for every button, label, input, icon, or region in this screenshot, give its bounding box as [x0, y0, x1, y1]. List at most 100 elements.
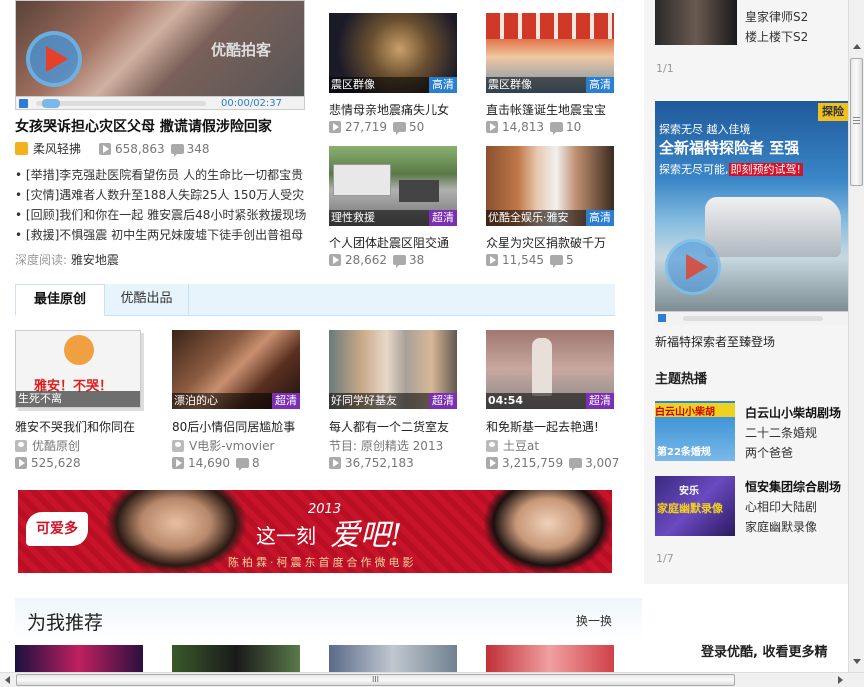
- recommend-header: 为我推荐 换一换: [15, 598, 642, 640]
- ad-progress-track[interactable]: [683, 316, 823, 321]
- sidebar-ad[interactable]: 探险 探索无尽 越入佳境 全新福特探险者 至强 探索无尽可能, 即刻预约试驾!: [655, 101, 848, 325]
- progress-track[interactable]: [36, 99, 206, 108]
- video-thumb[interactable]: 漂泊的心 超清: [172, 330, 300, 409]
- progress-handle[interactable]: [42, 99, 60, 108]
- ad-banner[interactable]: 可爱多 这一刻 2013 爱吧! 陈柏霖·柯震东首度合作微电影: [18, 490, 612, 573]
- theme-title[interactable]: 白云山小柴胡剧场: [745, 404, 841, 421]
- refresh-link[interactable]: 换一换: [576, 612, 612, 629]
- source-name[interactable]: 优酷原创: [32, 437, 80, 454]
- video-meta: 11,545 5: [486, 253, 574, 268]
- main-video-player[interactable]: 优酷拍客 00:00/02:37: [15, 0, 305, 110]
- big-play-icon[interactable]: [26, 31, 82, 87]
- video-title[interactable]: 个人团体赴震区阻交通: [329, 234, 449, 251]
- video-thumb[interactable]: 好同学好基友 超清: [329, 330, 457, 409]
- video-title[interactable]: 悲情母亲地震痛失儿女: [329, 101, 449, 118]
- theme-item[interactable]: 家庭幽默录像: [745, 518, 817, 535]
- news-text: 李克强赴医院看望伤员 人的生命比一切都宝贵: [59, 168, 304, 182]
- theme-page-indicator: 1/7: [656, 552, 674, 565]
- comment-count: 348: [186, 141, 210, 156]
- scroll-right-arrow-icon[interactable]: [838, 676, 843, 684]
- video-source: V电影-vmovier: [172, 437, 274, 454]
- sidebar-item[interactable]: 皇家律师S2: [745, 8, 808, 25]
- hd-badge: 超清: [586, 393, 614, 409]
- uploader-name[interactable]: 柔风轻拂: [33, 140, 81, 157]
- hd-badge: 高清: [586, 77, 614, 93]
- sidebar-thumb[interactable]: [655, 0, 737, 45]
- user-icon: [172, 439, 184, 452]
- source-name[interactable]: 节目: 原创精选 2013: [329, 437, 443, 454]
- sidebar-item[interactable]: 楼上楼下S2: [745, 28, 808, 45]
- video-thumb[interactable]: 震区群像 高清: [329, 13, 457, 93]
- user-icon: [15, 439, 27, 452]
- source-name[interactable]: V电影-vmovier: [189, 437, 274, 454]
- login-prompt[interactable]: 登录优酷, 收看更多精: [701, 641, 827, 660]
- hd-badge: 超清: [429, 393, 457, 409]
- scroll-up-arrow-icon[interactable]: [853, 44, 861, 49]
- video-thumb[interactable]: [15, 645, 143, 672]
- theme-item[interactable]: 两个爸爸: [745, 444, 793, 461]
- scroll-thumb[interactable]: [850, 58, 863, 186]
- video-thumb[interactable]: 理性救援 超清: [329, 146, 457, 226]
- news-item[interactable]: • [救援]不惧强震 初中生两兄妹废墟下徒手创出普祖母: [15, 226, 303, 243]
- play-count-icon: [486, 457, 498, 469]
- main-video-title[interactable]: 女孩哭诉担心灾区父母 撒谎请假涉险回家: [15, 116, 272, 136]
- video-title[interactable]: 每人都有一个二货室友: [329, 418, 449, 435]
- play-count: 3,215,759: [502, 456, 564, 470]
- play-count: 11,545: [502, 253, 544, 267]
- cartoon-figure: [64, 335, 94, 365]
- horizontal-scrollbar[interactable]: III: [0, 672, 864, 687]
- h-scroll-thumb[interactable]: III: [16, 674, 735, 686]
- video-title[interactable]: 直击帐篷诞生地震宝宝: [486, 101, 606, 118]
- theme-thumb[interactable]: 白云山小柴胡 第22条婚规: [655, 401, 735, 461]
- video-title[interactable]: 80后小情侣同居尴尬事: [172, 418, 295, 435]
- theme-title[interactable]: 恒安集团综合剧场: [745, 478, 841, 495]
- source-name[interactable]: 土豆at: [503, 437, 539, 454]
- banner-slogan: 这一刻: [256, 524, 316, 548]
- ad-caption[interactable]: 新福特探索者至臻登场: [655, 333, 775, 350]
- ad-subline: 探索无尽可能, 即刻预约试驾!: [659, 163, 803, 176]
- video-thumb[interactable]: [486, 645, 614, 672]
- video-thumb[interactable]: 震区群像 高清: [486, 13, 614, 93]
- uploader-icon: [15, 142, 28, 155]
- video-thumb[interactable]: [172, 645, 300, 672]
- play-count-icon: [486, 121, 498, 133]
- theme-thumb[interactable]: 安乐 家庭幽默录像: [655, 476, 735, 536]
- tab-youku-produced[interactable]: 优酷出品: [105, 284, 189, 316]
- video-thumb[interactable]: [329, 645, 457, 672]
- play-control-icon[interactable]: [19, 99, 28, 108]
- ad-play-control-icon[interactable]: [658, 314, 666, 322]
- ad-play-icon[interactable]: [665, 239, 721, 295]
- video-title[interactable]: 众星为灾区捐款破千万: [486, 234, 606, 251]
- tab-best-original[interactable]: 最佳原创: [15, 284, 105, 316]
- comment-count: 38: [409, 253, 425, 267]
- play-count: 28,662: [345, 253, 387, 267]
- video-meta: 3,215,759 3,007: [486, 456, 619, 471]
- video-meta: 28,662 38: [329, 253, 425, 268]
- video-thumb[interactable]: 优酷全娱乐·雅安 高清: [486, 146, 614, 226]
- news-item[interactable]: • [举措]李克强赴医院看望伤员 人的生命比一切都宝贵: [15, 166, 303, 183]
- theme-item[interactable]: 二十二条婚规: [745, 424, 817, 441]
- scroll-left-arrow-icon[interactable]: [5, 676, 10, 684]
- news-item[interactable]: • [灾情]遇难者人数升至188人失踪25人 150万人受灾: [15, 186, 304, 203]
- scroll-down-arrow-icon[interactable]: [853, 659, 861, 664]
- video-source: 优酷原创: [15, 437, 80, 454]
- video-thumb[interactable]: 04:54 超清: [486, 330, 614, 409]
- play-count: 14,813: [502, 120, 544, 134]
- video-title[interactable]: 雅安不哭我们和你同在: [15, 418, 135, 435]
- theme-section-title: 主题热播: [655, 372, 708, 387]
- theme-item[interactable]: 心相印大陆剧: [745, 498, 817, 515]
- deep-read-link[interactable]: 雅安地震: [71, 253, 119, 267]
- video-thumb[interactable]: 雅安！不哭！ 生死不离: [15, 330, 141, 408]
- hd-badge: 超清: [272, 393, 300, 409]
- main-video-meta: 柔风轻拂 658,863 348: [15, 140, 210, 157]
- video-title[interactable]: 和免斯基一起去艳遇!: [486, 418, 599, 435]
- comment-icon: [393, 255, 406, 268]
- news-tag: [举措]: [25, 168, 60, 182]
- play-count: 36,752,183: [345, 456, 414, 470]
- hd-badge: 超清: [429, 210, 457, 226]
- user-icon: [486, 439, 498, 452]
- video-meta: 14,813 10: [486, 120, 581, 135]
- vertical-scrollbar[interactable]: [848, 0, 864, 672]
- play-count-icon: [99, 142, 112, 155]
- news-item[interactable]: • [回顾]我们和你在一起 雅安震后48小时紧张救援现场: [15, 206, 306, 223]
